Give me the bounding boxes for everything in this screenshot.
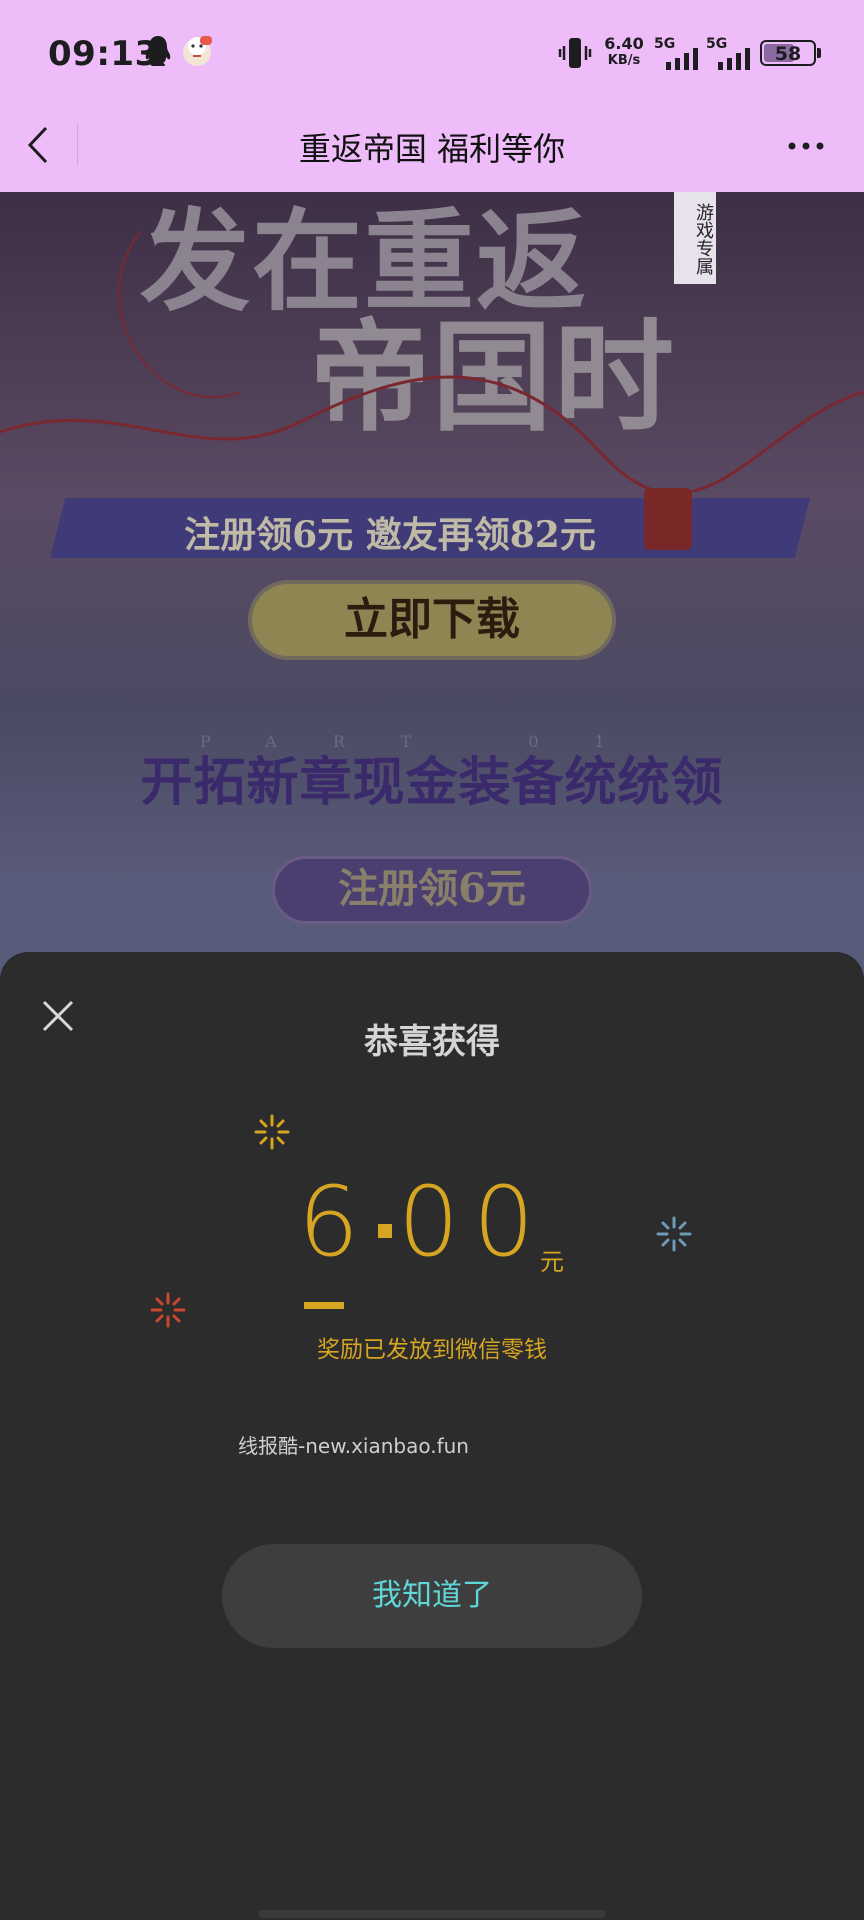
amount-underline	[304, 1302, 344, 1309]
sparkle-icon	[150, 1292, 186, 1328]
sparkle-icon	[656, 1216, 692, 1252]
more-button[interactable]	[786, 132, 826, 160]
battery-tip	[817, 48, 821, 58]
red-thread-decoration	[0, 231, 864, 492]
amount-decimal: 00	[398, 1166, 549, 1278]
amount-integer: 6	[298, 1166, 368, 1278]
battery-icon: 58	[760, 40, 816, 66]
reward-modal: 恭喜获得 6 00 元 奖励已发放到微信零钱 线报酷-new.xianbao.f…	[0, 952, 864, 1920]
net-speed-unit: KB/s	[607, 53, 641, 68]
red-packet-icon	[644, 488, 692, 550]
status-bar: 09:13 6.40 KB/s 5G 5G 58	[0, 0, 864, 108]
net-speed: 6.40 KB/s	[604, 34, 644, 68]
amount-decimal-point	[378, 1224, 392, 1238]
signal-icon: 5G	[706, 36, 756, 70]
amount-unit: 元	[540, 1248, 564, 1276]
net-speed-value: 6.40	[604, 34, 644, 53]
home-indicator[interactable]	[258, 1910, 606, 1918]
download-button[interactable]: 立即下载	[248, 580, 616, 660]
vibrate-icon	[556, 36, 594, 70]
signal-icon: 5G	[654, 36, 704, 70]
watermark-text: 线报酷-new.xianbao.fun	[238, 1434, 469, 1458]
reward-message: 奖励已发放到微信零钱	[317, 1337, 547, 1363]
ribbon-banner: 注册领6元 邀友再领82元	[50, 498, 810, 558]
battery-level: 58	[774, 43, 802, 65]
ok-button[interactable]: 我知道了	[222, 1544, 642, 1648]
hero-banner: 发在重返 帝国时 游戏专属	[0, 192, 864, 492]
page-title: 重返帝国 福利等你	[298, 130, 566, 168]
modal-title: 恭喜获得	[364, 1022, 500, 1062]
pet-app-icon	[180, 34, 214, 68]
more-dots-icon	[788, 142, 824, 150]
status-time: 09:13	[48, 34, 159, 74]
sparkle-icon	[254, 1114, 290, 1150]
qq-icon	[144, 34, 172, 70]
register-pill: 注册领6元	[272, 856, 592, 924]
section-title: 开拓新章现金装备统统领	[140, 752, 724, 813]
ribbon-text: 注册领6元 邀友再领82元	[184, 514, 596, 556]
